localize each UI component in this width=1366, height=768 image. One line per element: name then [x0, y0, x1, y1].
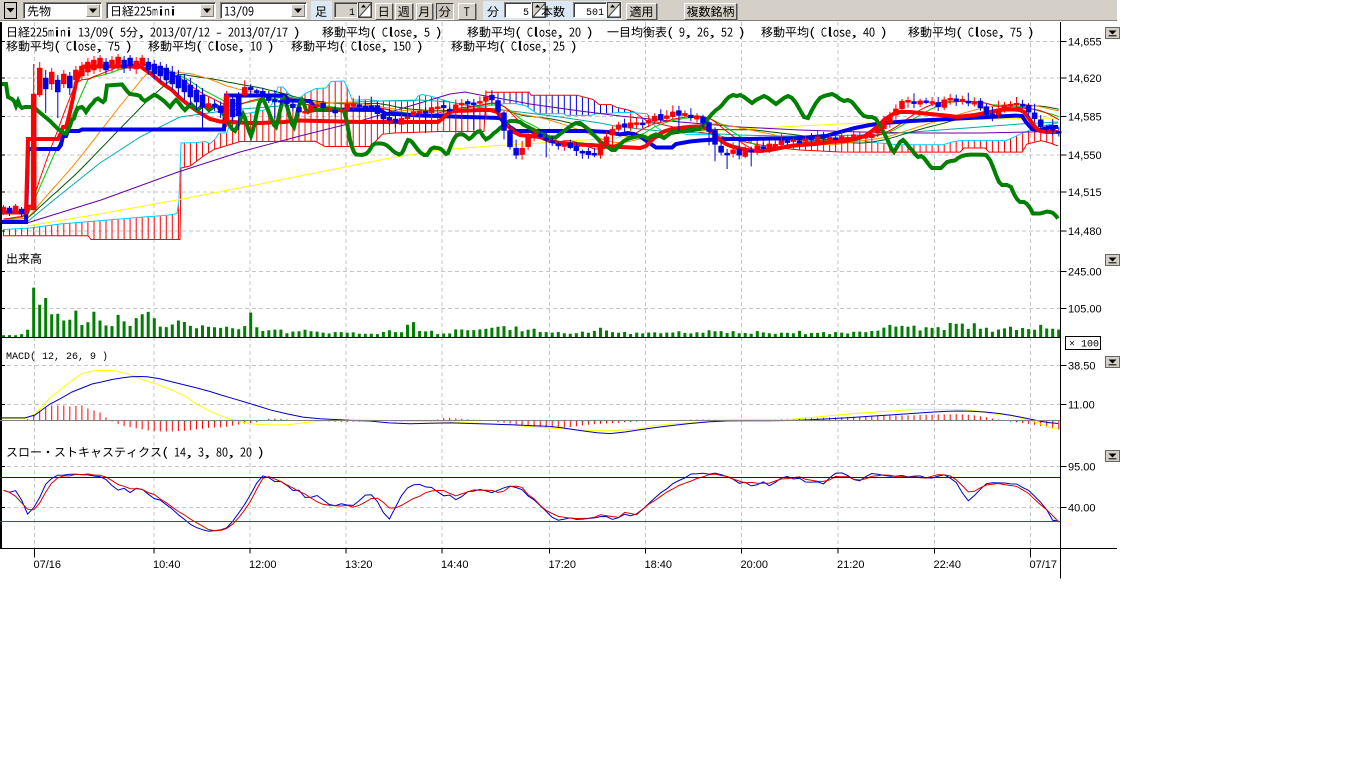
svg-text:5: 5 — [523, 8, 529, 19]
svg-text:22:40: 22:40 — [934, 559, 962, 571]
svg-text:14,515: 14,515 — [1068, 187, 1102, 199]
svg-text:14,655: 14,655 — [1068, 37, 1102, 49]
svg-text:× 100: × 100 — [1069, 340, 1099, 351]
svg-text:95.00: 95.00 — [1068, 462, 1096, 474]
svg-text:07/16: 07/16 — [34, 559, 62, 571]
svg-text:10:40: 10:40 — [153, 559, 181, 571]
svg-text:14,480: 14,480 — [1068, 226, 1102, 238]
svg-text:MACD( 12, 26, 9 ): MACD( 12, 26, 9 ) — [6, 351, 108, 363]
svg-text:105.00: 105.00 — [1068, 304, 1102, 316]
svg-text:38.50: 38.50 — [1068, 361, 1096, 373]
svg-text:07/17: 07/17 — [1030, 559, 1058, 571]
svg-text:12:00: 12:00 — [249, 559, 277, 571]
svg-text:20:00: 20:00 — [741, 559, 769, 571]
svg-text:40.00: 40.00 — [1068, 503, 1096, 515]
svg-text:11.00: 11.00 — [1068, 400, 1095, 412]
svg-text:1: 1 — [349, 8, 355, 19]
svg-text:18:40: 18:40 — [645, 559, 673, 571]
svg-text:14,585: 14,585 — [1068, 112, 1102, 124]
svg-text:21:20: 21:20 — [837, 559, 865, 571]
svg-text:501: 501 — [586, 8, 604, 19]
svg-text:245.00: 245.00 — [1068, 267, 1102, 279]
svg-text:14:40: 14:40 — [441, 559, 469, 571]
svg-text:14,550: 14,550 — [1068, 150, 1102, 162]
svg-text:17:20: 17:20 — [549, 559, 577, 571]
svg-text:14,620: 14,620 — [1068, 73, 1102, 85]
svg-text:13:20: 13:20 — [345, 559, 373, 571]
